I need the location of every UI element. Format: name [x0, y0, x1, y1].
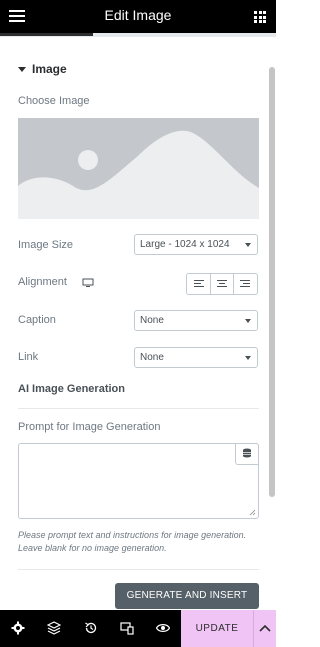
image-placeholder-icon — [18, 118, 259, 219]
settings-gear-icon[interactable] — [11, 621, 25, 635]
page-title: Edit Image — [104, 7, 172, 23]
publish-options-button[interactable] — [253, 610, 276, 647]
image-size-select[interactable]: Large - 1024 x 1024 — [134, 234, 258, 255]
divider — [18, 569, 259, 570]
image-placeholder[interactable] — [18, 118, 259, 219]
desktop-icon[interactable] — [82, 278, 94, 288]
align-left-icon[interactable] — [187, 274, 211, 294]
layers-icon[interactable] — [47, 621, 61, 635]
resize-handle-icon[interactable] — [249, 509, 256, 516]
divider — [18, 408, 259, 409]
alignment-label: Alignment — [18, 276, 67, 288]
chevron-up-icon — [259, 624, 271, 632]
link-label: Link — [18, 351, 39, 363]
caret-down-icon[interactable] — [18, 67, 26, 72]
section-title[interactable]: Image — [32, 62, 67, 76]
generate-and-insert-button[interactable]: GENERATE AND INSERT — [115, 583, 259, 609]
image-size-label: Image Size — [18, 239, 74, 251]
caption-value: None — [140, 315, 164, 326]
align-center-icon[interactable] — [211, 274, 235, 294]
responsive-mode-icon[interactable] — [120, 621, 134, 635]
scrollbar[interactable] — [269, 67, 275, 497]
caption-select[interactable]: None — [134, 310, 258, 331]
preview-eye-icon[interactable] — [156, 621, 170, 635]
caption-label: Caption — [18, 314, 56, 326]
prompt-help-text: Please prompt text and instructions for … — [18, 530, 247, 553]
link-select[interactable]: None — [134, 347, 258, 368]
history-icon[interactable] — [84, 621, 98, 635]
align-right-icon[interactable] — [234, 274, 257, 294]
database-icon — [243, 448, 251, 458]
active-tab-indicator — [0, 33, 93, 36]
ai-image-generation-heading: AI Image Generation — [18, 383, 125, 395]
dynamic-tags-button[interactable] — [235, 443, 259, 465]
image-size-value: Large - 1024 x 1024 — [140, 239, 230, 250]
link-value: None — [140, 352, 164, 363]
chevron-down-icon — [245, 356, 251, 360]
prompt-label: Prompt for Image Generation — [18, 421, 161, 433]
apps-grid-icon[interactable] — [254, 11, 266, 23]
choose-image-label: Choose Image — [18, 95, 90, 107]
prompt-textarea[interactable] — [18, 443, 259, 519]
chevron-down-icon — [245, 243, 251, 247]
chevron-down-icon — [245, 319, 251, 323]
update-button[interactable]: UPDATE — [181, 610, 253, 647]
alignment-control — [186, 273, 258, 295]
top-bar: Edit Image — [0, 0, 276, 33]
